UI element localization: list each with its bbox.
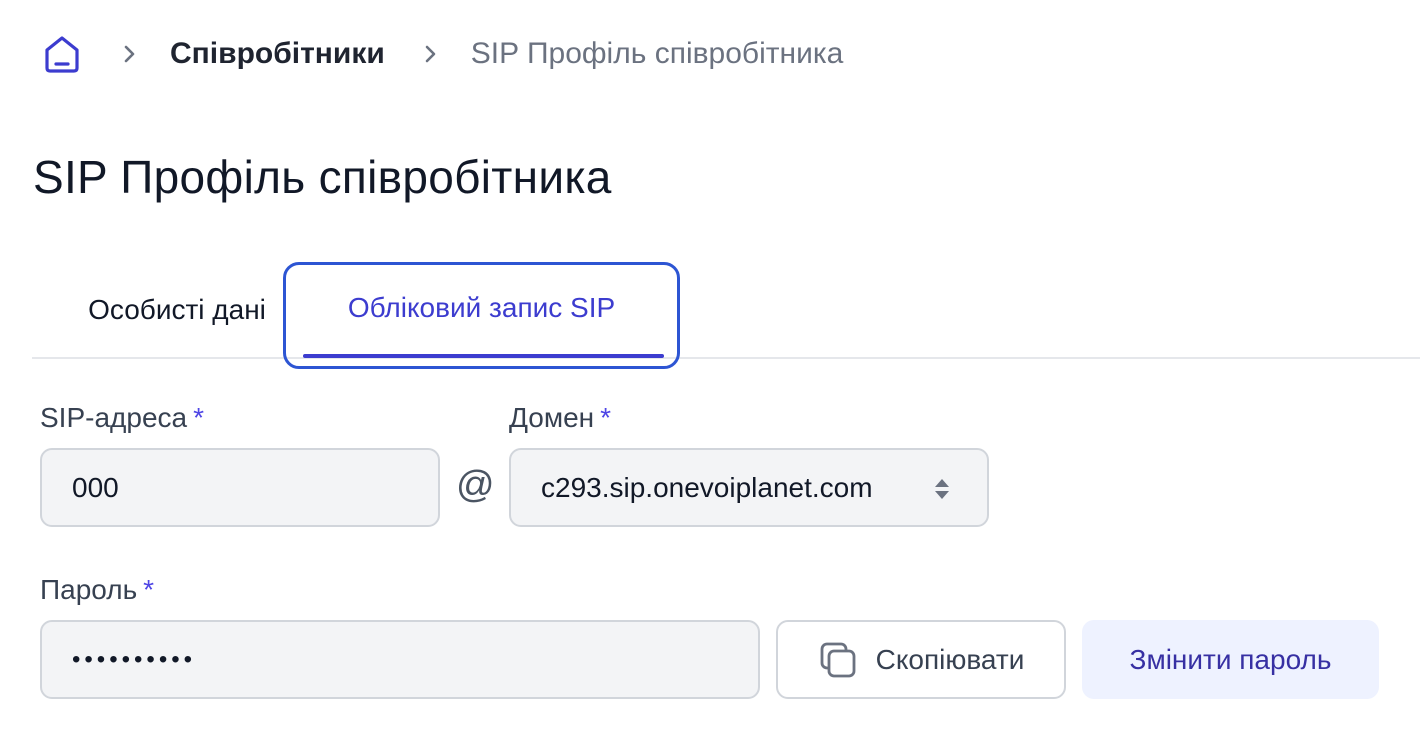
select-arrows-icon	[933, 474, 951, 504]
required-mark: *	[600, 402, 612, 433]
chevron-right-icon	[421, 44, 441, 64]
change-password-label: Змінити пароль	[1129, 643, 1332, 675]
change-password-button[interactable]: Змінити пароль	[1082, 620, 1379, 699]
sip-address-label: SIP-адреса *	[40, 402, 204, 434]
tab-personal-data[interactable]: Особисті дані	[52, 262, 302, 357]
required-mark: *	[143, 574, 155, 605]
page-title: SIP Профіль співробітника	[33, 151, 612, 203]
domain-select[interactable]: c293.sip.onevoiplanet.com	[509, 448, 989, 527]
required-mark: *	[193, 402, 204, 433]
domain-label: Домен *	[509, 402, 611, 434]
sip-address-value: 000	[72, 471, 119, 503]
tab-label: Особисті дані	[88, 293, 266, 325]
breadcrumb-link-employees[interactable]: Співробітники	[170, 37, 385, 71]
sip-address-input[interactable]: 000	[40, 448, 440, 527]
breadcrumb: Співробітники SIP Профіль співробітника	[40, 30, 843, 78]
tab-bar: Особисті дані Обліковий запис SIP	[32, 262, 1420, 369]
copy-button[interactable]: Скопіювати	[776, 620, 1066, 699]
password-label-text: Пароль	[40, 574, 138, 605]
tab-label: Обліковий запис SIP	[347, 291, 616, 323]
copy-button-label: Скопіювати	[875, 643, 1025, 675]
at-sign: @	[456, 464, 495, 506]
active-tab-indicator	[303, 354, 664, 358]
domain-label-text: Домен	[509, 402, 595, 433]
home-icon[interactable]	[40, 32, 84, 76]
password-label: Пароль *	[40, 574, 154, 606]
tab-bar-divider	[32, 357, 1420, 359]
domain-selected-value: c293.sip.onevoiplanet.com	[541, 471, 873, 503]
copy-icon	[818, 640, 858, 680]
breadcrumb-current: SIP Профіль співробітника	[470, 37, 844, 70]
sip-address-label-text: SIP-адреса	[40, 402, 188, 433]
password-input[interactable]: ••••••••••	[40, 620, 760, 699]
sip-profile-page: Співробітники SIP Профіль співробітника …	[0, 0, 1420, 752]
tab-sip-account[interactable]: Обліковий запис SIP	[283, 262, 680, 369]
chevron-right-icon	[120, 44, 140, 64]
password-masked-value: ••••••••••	[72, 645, 197, 673]
